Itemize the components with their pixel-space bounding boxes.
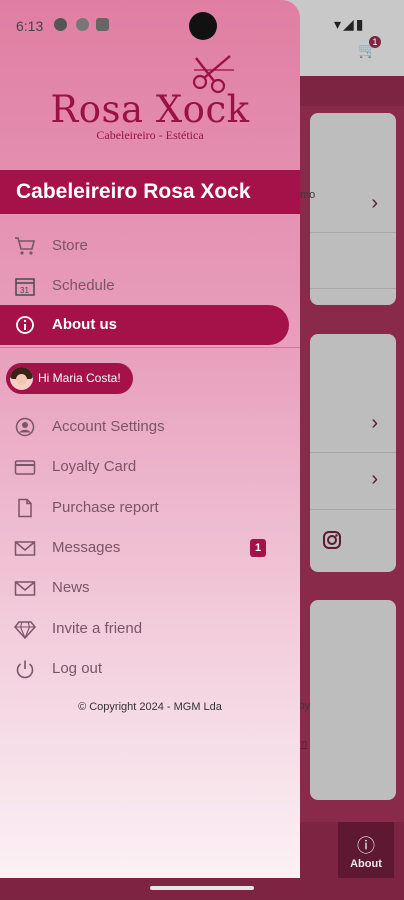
menu-item-label: Purchase report [52,499,159,516]
document-icon [18,498,32,518]
menu-item-label: Schedule [52,277,115,294]
menu-item-store[interactable]: Store [0,226,300,266]
info-icon [16,316,34,334]
menu-item-account-settings[interactable]: Account Settings [0,407,300,447]
divider [310,452,396,453]
messages-badge: 1 [250,539,266,557]
divider [310,288,396,289]
status-bar: 6:13 [0,0,300,46]
menu-item-log-out[interactable]: Log out [0,649,300,689]
logo-name: Rosa Xock [50,88,250,131]
diamond-icon [14,621,36,639]
svg-text:31: 31 [20,286,29,295]
info-card [310,600,396,800]
chevron-right-icon[interactable]: › [371,412,378,435]
notification-icon [76,18,89,31]
menu-item-purchase-report[interactable]: Purchase report [0,488,300,528]
notification-icon [54,18,67,31]
tab-about[interactable]: ⓘ About [338,822,394,878]
logo-subtitle: Cabeleireiro - Estética [96,128,204,142]
navigation-drawer: 6:13 Rosa Xock Cabeleireiro - Estética C… [0,0,300,878]
menu-item-label: Messages [52,539,121,556]
menu-item-label: News [52,579,90,596]
camera-cutout [189,12,217,40]
divider [310,232,396,233]
card-icon [14,460,36,475]
menu-item-label: Invite a friend [52,620,143,637]
menu-item-invite-friend[interactable]: Invite a friend [0,609,300,649]
greeting-text: Hi Maria Costa! [38,371,121,385]
menu-item-news[interactable]: News [0,568,300,608]
tab-about-label: About [350,858,382,870]
chevron-right-icon[interactable]: › [371,468,378,491]
mail-icon [14,541,36,556]
calendar-icon: 31 [15,278,35,296]
menu-item-about-us[interactable]: About us [0,305,289,345]
menu-item-label: Log out [52,660,103,677]
power-icon [16,660,34,679]
chevron-right-icon[interactable]: › [371,192,378,215]
menu-item-label: Loyalty Card [52,458,137,475]
status-time: 6:13 [16,18,44,34]
copyright-text: © Copyright 2024 - MGM Lda [78,701,222,713]
info-card[interactable] [310,113,396,305]
menu-item-label: Account Settings [52,418,165,435]
menu-item-schedule[interactable]: 31 Schedule [0,266,300,306]
divider [310,509,396,510]
drawer-title: Cabeleireiro Rosa Xock [0,170,300,214]
menu-item-label: Store [52,237,88,254]
cloud-icon [96,18,109,31]
menu-item-loyalty-card[interactable]: Loyalty Card [0,447,300,487]
mail-icon [14,581,36,596]
instagram-icon[interactable] [322,530,342,550]
menu-item-label: About us [52,316,117,333]
card-text: mo [300,189,316,201]
user-greeting-chip[interactable]: Hi Maria Costa! [6,363,133,394]
info-icon: ⓘ [357,836,375,856]
avatar [10,367,33,390]
status-icons: ▾◢▮ [334,16,366,32]
cart-badge: 1 [369,36,381,48]
divider [0,347,300,348]
cart-icon [15,237,36,255]
account-icon [15,417,35,437]
home-gesture-bar[interactable] [150,886,254,890]
